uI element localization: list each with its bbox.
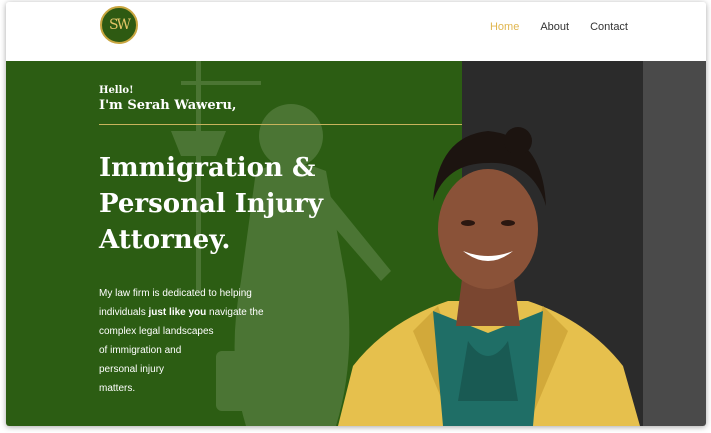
desc-line-2-post: navigate the [206, 307, 264, 318]
hero-section: Hello! I'm Serah Waweru, Immigration & P… [6, 61, 706, 426]
hero-title-line-2: Personal Injury [99, 189, 323, 219]
site-header: SW Home About Contact [6, 2, 706, 61]
hero-gray-panel [643, 61, 706, 426]
main-nav: Home About Contact [490, 21, 628, 33]
desc-line-5: personal injury [99, 364, 165, 375]
nav-contact-link[interactable]: Contact [590, 21, 628, 33]
hero-greeting: Hello! [99, 85, 134, 96]
nav-home-link[interactable]: Home [490, 21, 519, 33]
hero-description: My law firm is dedicated to helping indi… [99, 284, 264, 398]
nav-about-link[interactable]: About [540, 21, 569, 33]
desc-line-6: matters. [99, 383, 136, 394]
desc-line-2-bold: just like you [148, 307, 207, 318]
site-logo[interactable]: SW [100, 6, 138, 44]
desc-line-3: complex legal landscapes [99, 326, 214, 337]
attorney-portrait-image [338, 127, 640, 426]
hero-title-line-3: Attorney. [99, 225, 231, 255]
hero-title-line-1: Immigration & [99, 153, 316, 183]
desc-line-2-pre: individuals [99, 307, 149, 318]
desc-line-2: individuals just like you navigate the [99, 303, 264, 322]
desc-line-4: of immigration and [99, 345, 182, 356]
hero-title: Immigration & Personal Injury Attorney. [99, 150, 359, 258]
page-frame: SW Home About Contact Hello! I'm Serah W… [6, 2, 706, 426]
hero-name: I'm Serah Waweru, [99, 98, 237, 113]
desc-line-1: My law firm is dedicated to helping [99, 288, 252, 299]
